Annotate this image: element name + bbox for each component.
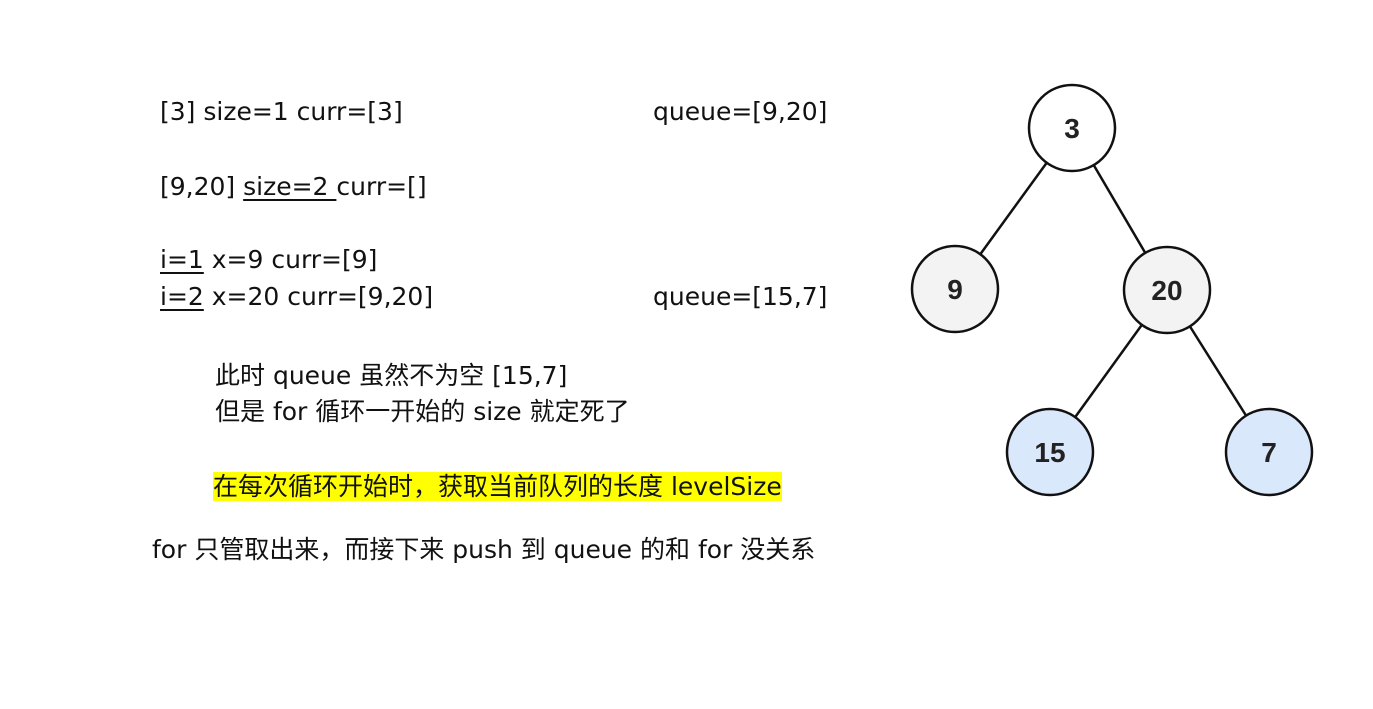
edge-n20-n15 bbox=[1074, 324, 1143, 418]
edge-n3-n20 bbox=[1092, 164, 1147, 254]
edge-n3-n9 bbox=[979, 162, 1048, 255]
binary-tree-diagram: 3 9 20 15 7 bbox=[910, 83, 1314, 497]
tree-node-15: 15 bbox=[1005, 407, 1095, 497]
node-label-9: 9 bbox=[947, 274, 963, 305]
node-label-20: 20 bbox=[1151, 275, 1182, 306]
edge-n20-n7 bbox=[1188, 325, 1248, 417]
tree-node-20: 20 bbox=[1122, 245, 1212, 335]
node-label-3: 3 bbox=[1064, 113, 1080, 144]
node-label-15: 15 bbox=[1034, 437, 1065, 468]
tree-node-3: 3 bbox=[1027, 83, 1117, 173]
tree-nodes: 3 9 20 15 7 bbox=[910, 83, 1314, 497]
tree-node-9: 9 bbox=[910, 244, 1000, 334]
tree-node-7: 7 bbox=[1224, 407, 1314, 497]
node-label-7: 7 bbox=[1261, 437, 1277, 468]
